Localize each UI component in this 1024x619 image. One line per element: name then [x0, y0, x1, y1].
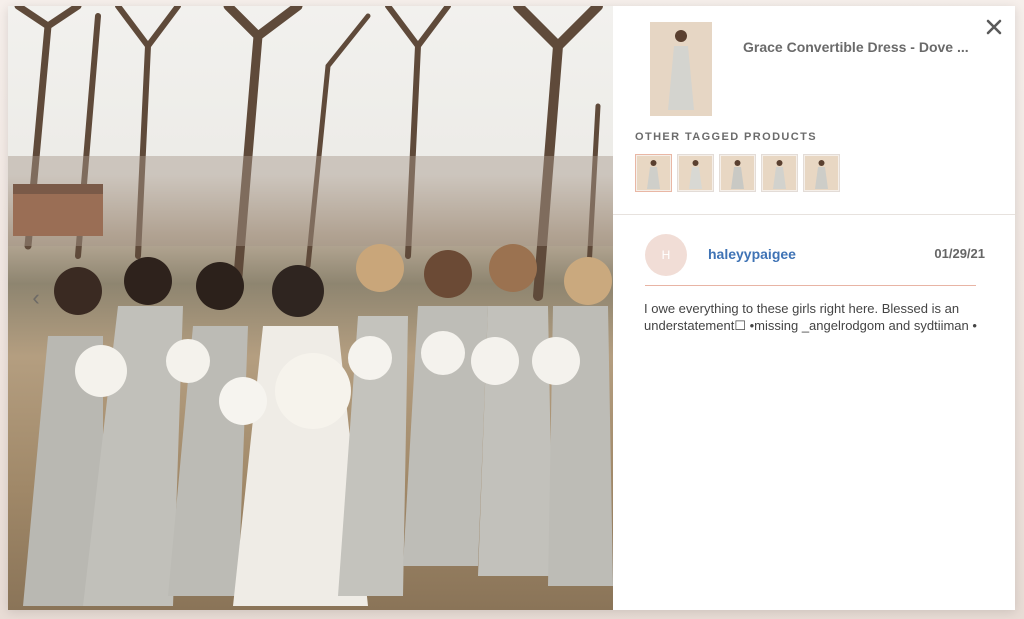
- dress-thumbnail-icon: [650, 22, 712, 116]
- dress-thumbnail-icon: [805, 156, 838, 190]
- dress-thumbnail-icon: [721, 156, 754, 190]
- dress-thumbnail-icon: [679, 156, 712, 190]
- post-modal: ‹ Grace Convertible Dress - Dove ... OTH…: [8, 6, 1015, 610]
- user-avatar[interactable]: H: [645, 234, 687, 276]
- chevron-left-icon: ‹: [32, 285, 40, 310]
- username-link[interactable]: haleyypaigee: [708, 246, 796, 262]
- tagged-product-thumb[interactable]: [677, 154, 714, 192]
- other-tagged-products-list: [635, 154, 840, 192]
- close-icon: [986, 19, 1002, 35]
- tagged-product-thumb[interactable]: [635, 154, 672, 192]
- panel-divider: [613, 214, 1015, 215]
- product-title[interactable]: Grace Convertible Dress - Dove ...: [743, 39, 983, 55]
- dress-thumbnail-icon: [637, 156, 670, 190]
- dress-thumbnail-icon: [763, 156, 796, 190]
- post-photo: ‹: [8, 6, 613, 610]
- post-caption: I owe everything to these girls right he…: [644, 301, 977, 333]
- close-button[interactable]: [983, 16, 1005, 38]
- post-details-panel: Grace Convertible Dress - Dove ... OTHER…: [613, 6, 1015, 610]
- post-date: 01/29/21: [934, 246, 985, 261]
- previous-photo-button[interactable]: ‹: [26, 284, 46, 312]
- post-header-rule: [645, 285, 976, 286]
- product-thumbnail[interactable]: [650, 22, 712, 116]
- tagged-product-thumb[interactable]: [803, 154, 840, 192]
- tagged-product-thumb[interactable]: [719, 154, 756, 192]
- other-tagged-products-label: OTHER TAGGED PRODUCTS: [635, 131, 817, 143]
- photo-scene: [8, 6, 613, 606]
- tagged-product-thumb[interactable]: [761, 154, 798, 192]
